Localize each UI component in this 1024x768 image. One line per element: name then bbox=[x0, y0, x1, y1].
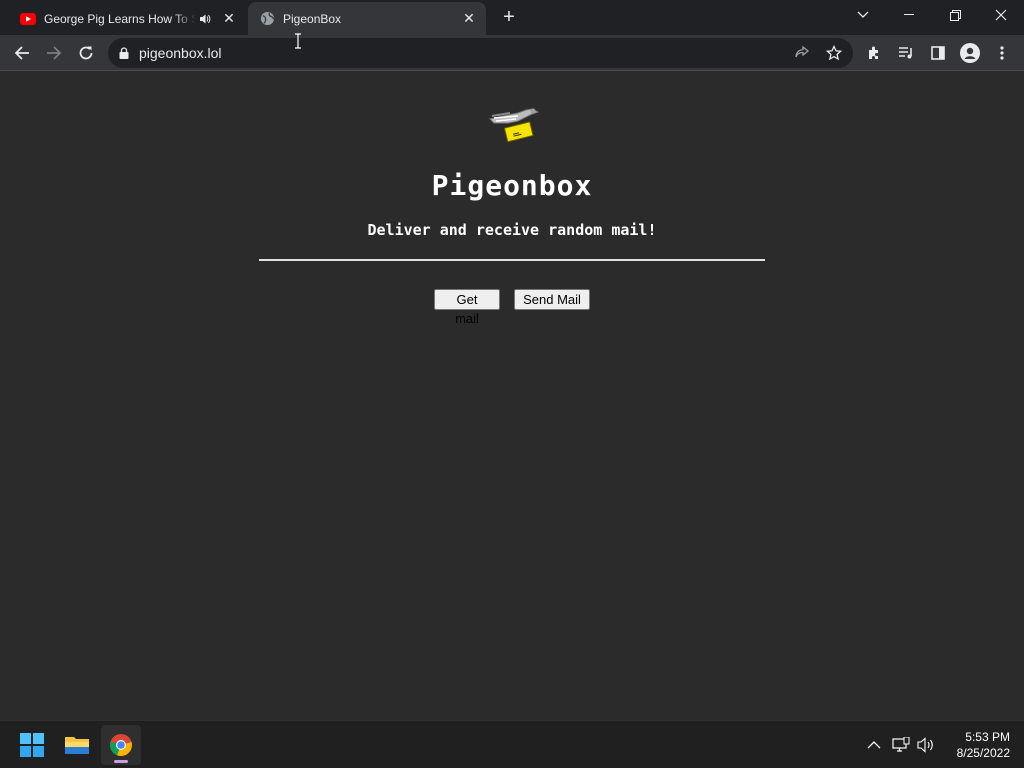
minimize-button[interactable] bbox=[886, 0, 932, 30]
close-tab-icon[interactable]: ✕ bbox=[218, 8, 240, 30]
extensions-icon[interactable] bbox=[860, 39, 888, 67]
bookmark-star-icon[interactable] bbox=[820, 39, 848, 67]
file-explorer-icon[interactable] bbox=[57, 725, 97, 765]
close-window-button[interactable] bbox=[978, 0, 1024, 30]
profile-avatar-icon[interactable] bbox=[956, 39, 984, 67]
tab-pigeonbox[interactable]: PigeonBox ✕ bbox=[248, 2, 486, 35]
tab-search-icon[interactable] bbox=[840, 0, 886, 30]
page-tagline: Deliver and receive random mail! bbox=[367, 221, 657, 239]
share-icon[interactable] bbox=[788, 39, 816, 67]
menu-kebab-icon[interactable] bbox=[988, 39, 1016, 67]
text-cursor-icon bbox=[293, 33, 303, 54]
page-content: Pigeonbox Deliver and receive random mai… bbox=[0, 71, 1024, 720]
globe-icon bbox=[260, 11, 275, 26]
divider bbox=[259, 259, 765, 261]
address-bar[interactable]: pigeonbox.lol bbox=[108, 38, 853, 68]
chrome-taskbar-icon[interactable] bbox=[101, 725, 141, 765]
youtube-icon bbox=[20, 12, 36, 25]
new-tab-button[interactable]: + bbox=[497, 5, 521, 29]
windows-start-icon[interactable] bbox=[12, 725, 52, 765]
close-tab-icon[interactable]: ✕ bbox=[458, 8, 480, 30]
restore-button[interactable] bbox=[932, 0, 978, 30]
get-mail-button[interactable]: Get mail bbox=[434, 289, 500, 326]
reload-button[interactable] bbox=[72, 39, 100, 67]
browser-toolbar: pigeonbox.lol bbox=[0, 35, 1024, 71]
speaker-icon[interactable] bbox=[196, 13, 214, 25]
system-clock[interactable]: 5:53 PM 8/25/2022 bbox=[940, 729, 1010, 761]
back-button[interactable] bbox=[8, 39, 36, 67]
clock-time: 5:53 PM bbox=[965, 730, 1010, 744]
page-title: Pigeonbox bbox=[431, 169, 593, 202]
volume-icon[interactable] bbox=[916, 735, 936, 755]
url-text[interactable]: pigeonbox.lol bbox=[139, 45, 222, 61]
tab-title: PigeonBox bbox=[283, 11, 342, 26]
lock-icon[interactable] bbox=[119, 47, 129, 59]
forward-button[interactable] bbox=[40, 39, 68, 67]
tab-strip: George Pig Learns How To Swim ✕ PigeonBo… bbox=[0, 0, 1024, 35]
clock-date: 8/25/2022 bbox=[956, 746, 1010, 760]
active-app-indicator bbox=[114, 760, 128, 763]
taskbar: 5:53 PM 8/25/2022 bbox=[0, 720, 1024, 768]
media-control-icon[interactable] bbox=[892, 39, 920, 67]
send-mail-button[interactable]: Send Mail bbox=[514, 289, 590, 310]
network-icon[interactable] bbox=[891, 735, 911, 755]
tab-title: George Pig Learns How To Swim bbox=[44, 11, 196, 26]
side-panel-icon[interactable] bbox=[924, 39, 952, 67]
chevron-up-icon[interactable] bbox=[864, 735, 884, 755]
pigeon-logo bbox=[488, 107, 540, 150]
tab-youtube[interactable]: George Pig Learns How To Swim ✕ bbox=[8, 2, 246, 35]
